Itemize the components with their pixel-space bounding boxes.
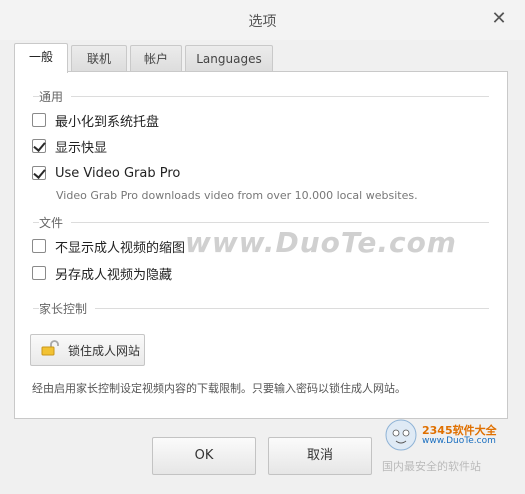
save-adult-hidden-checkbox[interactable] (32, 266, 46, 280)
tab-general[interactable]: 一般 (14, 43, 68, 73)
title-bar: 选项 ✕ (0, 0, 525, 40)
lock-adult-sites-label: 锁住成人网站 (68, 343, 141, 358)
lock-icon (40, 340, 62, 360)
tab-online[interactable]: 联机 (71, 45, 127, 72)
use-video-grab-option[interactable]: Use Video Grab Pro (32, 163, 180, 183)
section-files-heading: 文件 (39, 214, 72, 231)
corner-watermark-url: www.DuoTe.com (422, 436, 496, 446)
lock-adult-sites-button[interactable]: 锁住成人网站 (30, 334, 145, 366)
corner-watermark-subtitle: 国内最安全的软件站 (382, 460, 481, 473)
ok-button[interactable]: OK (152, 437, 256, 475)
save-adult-hidden-label: 另存成人视频为隐藏 (55, 267, 173, 283)
video-grab-description: Video Grab Pro downloads video from over… (56, 189, 418, 202)
minimize-to-tray-label: 最小化到系统托盘 (55, 114, 160, 130)
tab-languages[interactable]: Languages (185, 45, 273, 72)
use-video-grab-checkbox[interactable] (32, 166, 46, 180)
minimize-to-tray-option[interactable]: 最小化到系统托盘 (32, 110, 159, 130)
minimize-to-tray-checkbox[interactable] (32, 113, 46, 127)
section-divider (33, 308, 489, 309)
section-general-heading: 通用 (39, 88, 72, 105)
corner-watermark-title: 2345软件大全 (422, 424, 497, 437)
use-video-grab-label: Use Video Grab Pro (55, 165, 181, 181)
hide-adult-thumbs-label: 不显示成人视频的缩图 (55, 240, 186, 256)
window-title: 选项 (248, 14, 277, 30)
show-snapshot-checkbox[interactable] (32, 139, 46, 153)
mascot-logo (385, 419, 417, 451)
check-icon (33, 139, 46, 152)
show-snapshot-option[interactable]: 显示快显 (32, 136, 107, 156)
cancel-button[interactable]: 取消 (268, 437, 372, 475)
section-parental-heading: 家长控制 (39, 300, 96, 317)
corner-watermark: 2345软件大全 www.DuoTe.com 国内最安全的软件站 (382, 414, 522, 474)
check-icon (33, 166, 46, 179)
hide-adult-thumbs-checkbox[interactable] (32, 239, 46, 253)
tab-panel-general: 通用 最小化到系统托盘 显示快显 Use Video Grab Pro Vide… (14, 71, 508, 419)
section-divider (33, 96, 489, 97)
tab-account[interactable]: 帐户 (130, 45, 182, 72)
show-snapshot-label: 显示快显 (55, 140, 108, 156)
hide-adult-thumbs-option[interactable]: 不显示成人视频的缩图 (32, 236, 185, 256)
section-divider (33, 222, 489, 223)
save-adult-hidden-option[interactable]: 另存成人视频为隐藏 (32, 263, 172, 283)
close-icon[interactable]: ✕ (489, 9, 509, 29)
parental-control-note: 经由启用家长控制设定视频内容的下载限制。只要输入密码以锁住成人网站。 (32, 382, 406, 395)
